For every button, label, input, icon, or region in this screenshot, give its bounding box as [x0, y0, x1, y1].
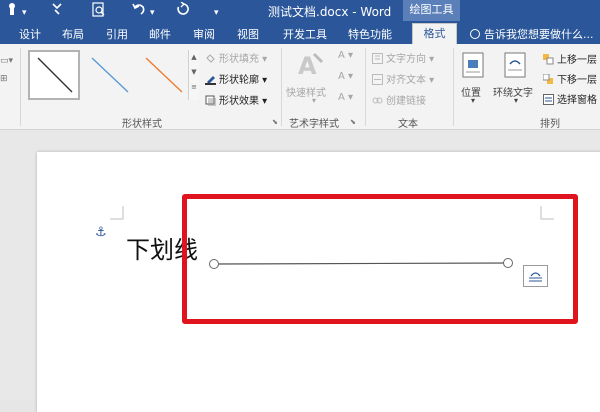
undo-dropdown-icon[interactable]: ▾: [150, 5, 155, 21]
create-link-label: 创建链接: [386, 96, 426, 107]
shape-style-item-orange[interactable]: [138, 50, 190, 100]
pen-icon: [205, 74, 216, 85]
margin-corner-mark: [110, 206, 124, 220]
shape-effects-icon: [205, 95, 216, 106]
send-backward-icon: [542, 73, 554, 85]
ribbon: ▭▾ ⊞ ▲ ▼ ≡ 形状填充 ▾ 形状轮廓 ▾ 形状效果 ▾ 形状样式 ⬊ A 快…: [0, 44, 600, 130]
position-icon[interactable]: [462, 52, 486, 82]
anchor-icon: ⚓: [95, 225, 107, 240]
tab-developer[interactable]: 开发工具: [283, 26, 327, 42]
text-outline-button[interactable]: A ▾: [338, 71, 353, 82]
lightbulb-icon: [470, 29, 480, 39]
group-label-shape-styles: 形状样式: [122, 119, 162, 130]
tell-me-text: 告诉我您想要做什么...: [484, 28, 594, 41]
bring-forward-label: 上移一层: [557, 55, 597, 66]
shape-fill-label: 形状填充: [219, 54, 259, 65]
align-text-button[interactable]: 对齐文本 ▾: [372, 71, 434, 86]
bring-forward-button[interactable]: 上移一层: [543, 51, 597, 66]
selection-pane-label: 选择窗格: [557, 95, 597, 106]
layout-options-icon: [529, 272, 542, 282]
tab-format[interactable]: 格式: [412, 23, 457, 44]
create-link-button[interactable]: 创建链接: [372, 92, 426, 107]
shape-outline-button[interactable]: 形状轮廓 ▾: [205, 71, 267, 86]
print-preview-icon[interactable]: [92, 2, 106, 22]
chevron-down-icon[interactable]: ▾: [22, 5, 27, 21]
customize-qat-icon[interactable]: ▾: [214, 5, 219, 21]
window-title: 测试文档.docx - Word: [268, 5, 392, 19]
text-direction-label: 文字方向: [386, 54, 426, 65]
paint-bucket-icon: [205, 53, 216, 64]
bring-forward-icon: [543, 54, 554, 65]
tab-design[interactable]: 设计: [19, 26, 41, 42]
quick-styles-label[interactable]: 快速样式: [286, 84, 326, 99]
group-separator: [365, 48, 366, 126]
group-separator: [281, 48, 282, 126]
selection-pane-icon: [543, 94, 554, 105]
tab-review[interactable]: 审阅: [193, 26, 215, 42]
tab-special-features[interactable]: 特色功能: [348, 26, 392, 42]
title-bar: ▾ ▾ ▾ 测试文档.docx - Word 绘图工具: [0, 0, 600, 21]
tab-references[interactable]: 引用: [106, 26, 128, 42]
dialog-launcher-icon[interactable]: ⬊: [272, 118, 278, 126]
shape-style-item-blue[interactable]: [84, 50, 136, 100]
edit-shape-icon[interactable]: ▭▾: [0, 56, 13, 66]
shape-style-item-selected[interactable]: [28, 50, 80, 100]
tab-mailings[interactable]: 邮件: [149, 26, 171, 42]
shape-outline-label: 形状轮廓: [219, 75, 259, 86]
shape-effects-button[interactable]: 形状效果 ▾: [205, 92, 267, 107]
group-separator: [20, 48, 21, 126]
wrap-text-icon[interactable]: [504, 52, 528, 82]
line-end-handle[interactable]: [503, 258, 513, 268]
line-start-handle[interactable]: [209, 259, 219, 269]
selection-pane-button[interactable]: 选择窗格: [543, 91, 597, 106]
group-label-text: 文本: [398, 119, 418, 130]
save-icon[interactable]: [6, 2, 18, 21]
position-dropdown-icon[interactable]: ▾: [471, 96, 475, 105]
tab-view[interactable]: 视图: [237, 26, 259, 42]
wrap-text-dropdown-icon[interactable]: ▾: [514, 96, 518, 105]
send-backward-button[interactable]: 下移一层: [542, 71, 597, 86]
send-backward-label: 下移一层: [557, 75, 597, 86]
text-direction-icon: [372, 53, 383, 64]
tell-me-box[interactable]: 告诉我您想要做什么...: [470, 26, 594, 42]
layout-options-button[interactable]: [523, 265, 548, 287]
align-text-icon: [372, 74, 383, 85]
textbox-icon[interactable]: ⊞: [0, 74, 8, 84]
wordart-quick-styles-icon[interactable]: A: [296, 50, 324, 84]
dialog-launcher-icon[interactable]: ⬊: [350, 118, 356, 126]
group-separator: [453, 48, 454, 126]
group-label-wordart: 艺术字样式: [289, 119, 339, 130]
context-tab-drawing-tools: 绘图工具: [403, 0, 460, 21]
style-line-dark: [37, 57, 73, 93]
shape-effects-label: 形状效果: [219, 96, 259, 107]
link-icon: [372, 95, 383, 106]
wrap-text-label[interactable]: 环绕文字: [493, 84, 533, 99]
line-shape[interactable]: [208, 258, 514, 270]
text-direction-button[interactable]: 文字方向 ▾: [372, 50, 434, 65]
text-effects-button[interactable]: A ▾: [338, 92, 353, 103]
quick-styles-dropdown-icon[interactable]: ▾: [312, 96, 316, 105]
gallery-scroll[interactable]: ▲ ▼ ≡: [188, 50, 199, 100]
align-text-label: 对齐文本: [386, 75, 426, 86]
ribbon-tab-bar: 设计 布局 引用 邮件 审阅 视图 开发工具 特色功能 格式 告诉我您想要做什么…: [0, 21, 600, 44]
group-label-arrange: 排列: [540, 119, 560, 130]
tab-layout[interactable]: 布局: [62, 26, 84, 42]
text-fill-button[interactable]: A ▾: [338, 50, 353, 61]
touch-mode-icon[interactable]: [50, 2, 64, 21]
undo-icon[interactable]: [132, 2, 146, 21]
redo-icon[interactable]: [176, 1, 190, 21]
shape-fill-button[interactable]: 形状填充 ▾: [205, 50, 267, 65]
